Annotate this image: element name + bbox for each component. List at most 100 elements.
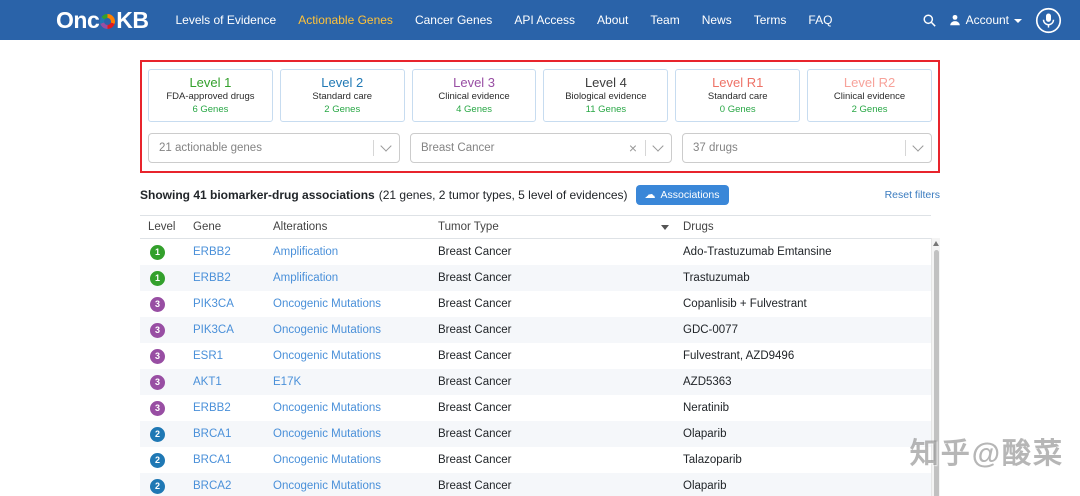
table-scrollbar[interactable] <box>931 238 940 496</box>
filters-row: 21 actionable genes Breast Cancer × 37 d… <box>148 133 932 163</box>
nav-item-terms[interactable]: Terms <box>743 13 798 27</box>
nav-item-levels-of-evidence[interactable]: Levels of Evidence <box>164 13 287 27</box>
gene-link[interactable]: BRCA1 <box>193 428 231 440</box>
alteration-link[interactable]: Oncogenic Mutations <box>273 428 381 440</box>
gene-link[interactable]: AKT1 <box>193 376 222 388</box>
level-card-description: Standard care <box>707 91 768 102</box>
alteration-link[interactable]: Oncogenic Mutations <box>273 454 381 466</box>
level-card-level-3[interactable]: Level 3 Clinical evidence 4 Genes <box>411 69 537 122</box>
level-2-badge: 2 <box>150 452 165 468</box>
level-card-gene-count: 2 Genes <box>851 104 888 115</box>
navbar: Onc KB Levels of Evidence Actionable Gene… <box>0 0 1080 40</box>
gene-cell: ERBB2 <box>185 272 265 284</box>
table-row: 1 ERBB2 Amplification Breast Cancer Trastuzu… <box>140 265 931 291</box>
drugs-cell: Ado-Trastuzumab Emtansine <box>683 246 832 258</box>
level-1-badge: 1 <box>150 270 165 286</box>
drugs-cell: GDC-0077 <box>683 324 738 336</box>
gene-cell: PIK3CA <box>185 324 265 336</box>
column-header-drugs[interactable]: Drugs <box>675 216 931 238</box>
level-cell: 1 <box>140 244 185 260</box>
scrollbar-thumb[interactable] <box>933 250 939 496</box>
page: { "navbar": { "brand": { "pre": "Onc", "… <box>0 0 1080 496</box>
gene-link[interactable]: ESR1 <box>193 350 223 362</box>
drugs-cell: Copanlisib + Fulvestrant <box>683 298 807 310</box>
alteration-link[interactable]: Amplification <box>273 272 338 284</box>
alterations-cell: Oncogenic Mutations <box>265 402 430 414</box>
genes-filter-select[interactable]: 21 actionable genes <box>148 133 400 163</box>
tumor-type-filter-select[interactable]: Breast Cancer × <box>410 133 672 163</box>
level-card-title: Level 1 <box>189 75 232 90</box>
column-header-gene[interactable]: Gene <box>185 216 265 238</box>
gene-link[interactable]: ERBB2 <box>193 272 231 284</box>
chevron-down-icon[interactable] <box>912 140 924 152</box>
tumor-filter-value: Breast Cancer <box>421 142 495 154</box>
level-card-title: Level R1 <box>712 75 764 90</box>
gene-link[interactable]: BRCA2 <box>193 480 231 492</box>
level-card-level-r1[interactable]: Level R1 Standard care 0 Genes <box>675 69 801 122</box>
level-card-gene-count: 0 Genes <box>719 104 756 115</box>
nav-item-actionable-genes[interactable]: Actionable Genes <box>287 13 404 27</box>
navbar-right: Account <box>923 7 1062 34</box>
tumor-type-cell: Breast Cancer <box>438 272 512 284</box>
level-card-description: Clinical evidence <box>833 91 906 102</box>
chevron-down-icon[interactable] <box>380 140 392 152</box>
oncokb-logo[interactable]: Onc KB <box>56 7 149 34</box>
alteration-link[interactable]: Oncogenic Mutations <box>273 402 381 414</box>
results-summary: Showing 41 biomarker-drug associations (… <box>140 185 940 205</box>
caret-down-icon <box>1014 18 1022 23</box>
tumor-type-cell: Breast Cancer <box>438 298 512 310</box>
level-card-level-r2[interactable]: Level R2 Clinical evidence 2 Genes <box>807 69 932 122</box>
level-cell: 3 <box>140 322 185 338</box>
table-row: 2 BRCA1 Oncogenic Mutations Breast Cancer Ta… <box>140 447 931 473</box>
reset-filters-link[interactable]: Reset filters <box>885 189 940 201</box>
column-header-level[interactable]: Level <box>140 216 185 238</box>
level-card-level-4[interactable]: Level 4 Biological evidence 11 Genes <box>543 69 669 122</box>
alteration-link[interactable]: Oncogenic Mutations <box>273 298 381 310</box>
gene-link[interactable]: PIK3CA <box>193 298 234 310</box>
drugs-filter-select[interactable]: 37 drugs <box>682 133 932 163</box>
alteration-link[interactable]: Amplification <box>273 246 338 258</box>
alterations-cell: Oncogenic Mutations <box>265 480 430 492</box>
level-card-gene-count: 6 Genes <box>192 104 229 115</box>
level-card-level-1[interactable]: Level 1 FDA-approved drugs 6 Genes <box>148 69 273 122</box>
summary-bold-text: Showing 41 biomarker-drug associations <box>140 188 375 202</box>
nav-item-faq[interactable]: FAQ <box>797 13 843 27</box>
clear-icon[interactable]: × <box>629 141 637 155</box>
alteration-link[interactable]: Oncogenic Mutations <box>273 324 381 336</box>
gene-link[interactable]: PIK3CA <box>193 324 234 336</box>
gene-link[interactable]: BRCA1 <box>193 454 231 466</box>
search-icon[interactable] <box>923 13 936 27</box>
scroll-up-icon[interactable] <box>933 241 939 246</box>
level-card-level-2[interactable]: Level 2 Standard care 2 Genes <box>279 69 405 122</box>
tumor-type-cell: Breast Cancer <box>438 324 512 336</box>
level-cell: 3 <box>140 374 185 390</box>
gene-cell: AKT1 <box>185 376 265 388</box>
gene-link[interactable]: ERBB2 <box>193 402 231 414</box>
main-nav: Levels of Evidence Actionable Genes Cancer… <box>164 13 843 27</box>
nav-item-news[interactable]: News <box>691 13 743 27</box>
tumor-type-cell: Breast Cancer <box>438 480 512 492</box>
level-card-title: Level 4 <box>584 75 627 90</box>
nav-item-team[interactable]: Team <box>639 13 690 27</box>
table-row: 3 ESR1 Oncogenic Mutations Breast Cancer Ful… <box>140 343 931 369</box>
nav-item-about[interactable]: About <box>586 13 639 27</box>
gene-link[interactable]: ERBB2 <box>193 246 231 258</box>
nav-item-cancer-genes[interactable]: Cancer Genes <box>404 13 503 27</box>
level-cell: 2 <box>140 426 185 442</box>
column-header-alterations[interactable]: Alterations <box>265 216 430 238</box>
level-3-badge: 3 <box>150 400 165 416</box>
feedback-mic-icon[interactable] <box>1035 7 1062 34</box>
associations-download-button[interactable]: ☁ Associations <box>635 185 729 205</box>
chevron-down-icon[interactable] <box>652 140 664 152</box>
alteration-link[interactable]: E17K <box>273 376 301 388</box>
column-header-tumor-type[interactable]: Tumor Type <box>430 216 675 238</box>
level-card-description: Clinical evidence <box>438 91 510 102</box>
alteration-link[interactable]: Oncogenic Mutations <box>273 350 381 362</box>
drugs-cell: Olaparib <box>683 480 727 492</box>
alteration-link[interactable]: Oncogenic Mutations <box>273 480 381 492</box>
level-1-badge: 1 <box>150 244 165 260</box>
table-body: 1 ERBB2 Amplification Breast Cancer Ado-Tras… <box>140 239 931 496</box>
account-menu[interactable]: Account <box>949 13 1022 27</box>
alterations-cell: Amplification <box>265 246 430 258</box>
nav-item-api-access[interactable]: API Access <box>503 13 586 27</box>
